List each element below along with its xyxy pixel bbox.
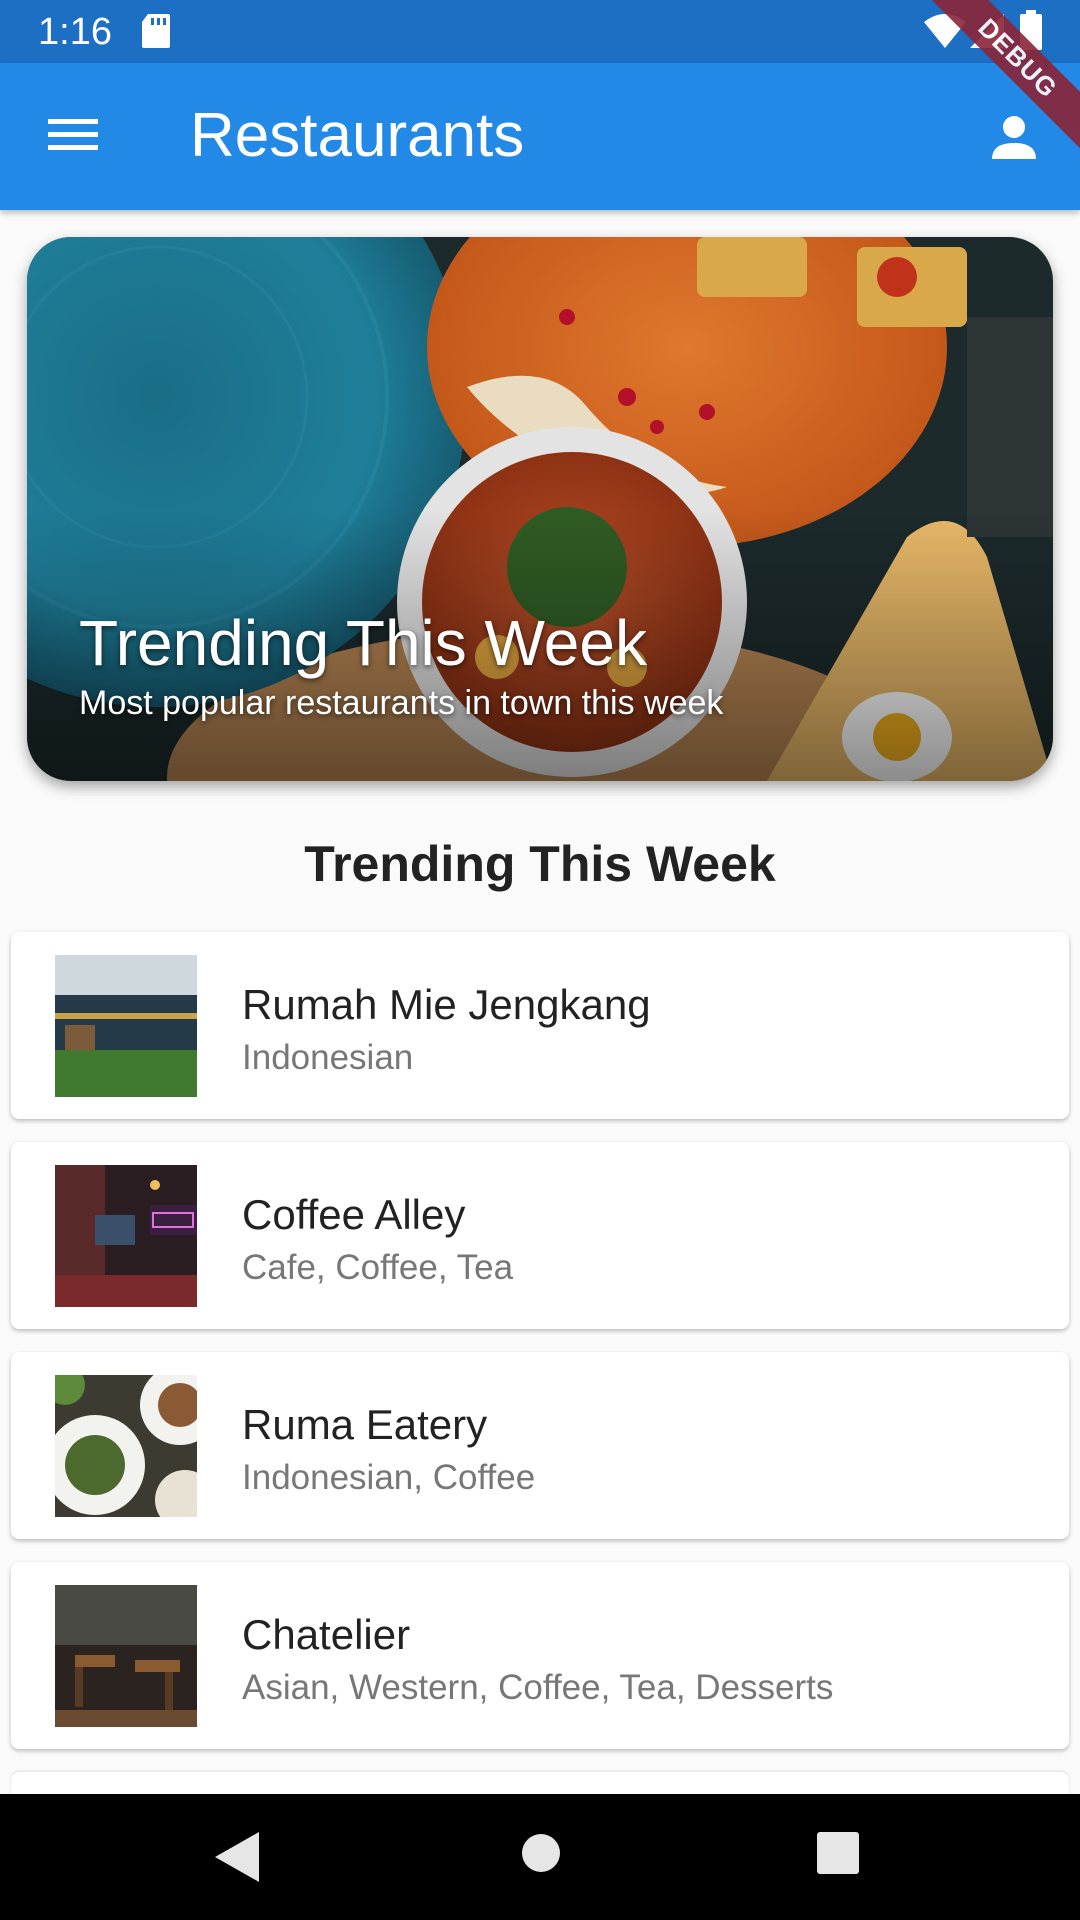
home-icon[interactable]: [521, 1833, 561, 1873]
restaurant-thumbnail: [55, 1165, 197, 1307]
restaurant-cuisine: Indonesian: [242, 1038, 414, 1077]
restaurant-name: Chatelier: [242, 1611, 411, 1658]
hero-title: Trending This Week: [79, 607, 647, 679]
restaurant-card[interactable]: Coffee Alley Cafe, Coffee, Tea: [11, 1142, 1069, 1329]
recents-icon[interactable]: [817, 1832, 859, 1874]
restaurant-list: Rumah Mie Jengkang Indonesian Coffee All…: [11, 932, 1069, 1772]
restaurant-card[interactable]: Chatelier Asian, Western, Coffee, Tea, D…: [11, 1562, 1069, 1749]
page-title: Restaurants: [190, 101, 525, 170]
restaurant-thumbnail: [55, 1375, 197, 1517]
restaurant-card[interactable]: Ruma Eatery Indonesian, Coffee: [11, 1352, 1069, 1539]
app-bar: Restaurants: [0, 63, 1080, 210]
restaurant-name: Rumah Mie Jengkang: [242, 981, 651, 1028]
section-title: Trending This Week: [304, 836, 776, 892]
hero-subtitle: Most popular restaurants in town this we…: [79, 684, 724, 722]
menu-icon[interactable]: [48, 115, 98, 155]
restaurant-cuisine: Asian, Western, Coffee, Tea, Desserts: [242, 1668, 834, 1707]
back-icon[interactable]: [215, 1832, 259, 1882]
restaurant-name: Coffee Alley: [242, 1191, 466, 1238]
restaurant-cuisine: Cafe, Coffee, Tea: [242, 1248, 514, 1287]
restaurant-name: Ruma Eatery: [242, 1401, 488, 1448]
status-bar: 1:16: [0, 0, 1080, 63]
restaurant-cuisine: Indonesian, Coffee: [242, 1458, 536, 1497]
system-nav-bar: [0, 1794, 1080, 1920]
trending-hero-card[interactable]: Trending This Week Most popular restaura…: [27, 237, 1053, 781]
account-icon[interactable]: [990, 113, 1038, 161]
restaurant-thumbnail: [55, 1585, 197, 1727]
restaurant-thumbnail: [55, 955, 197, 1097]
restaurant-card[interactable]: Rumah Mie Jengkang Indonesian: [11, 932, 1069, 1119]
sd-card-icon: [142, 14, 170, 48]
status-time: 1:16: [38, 11, 112, 53]
